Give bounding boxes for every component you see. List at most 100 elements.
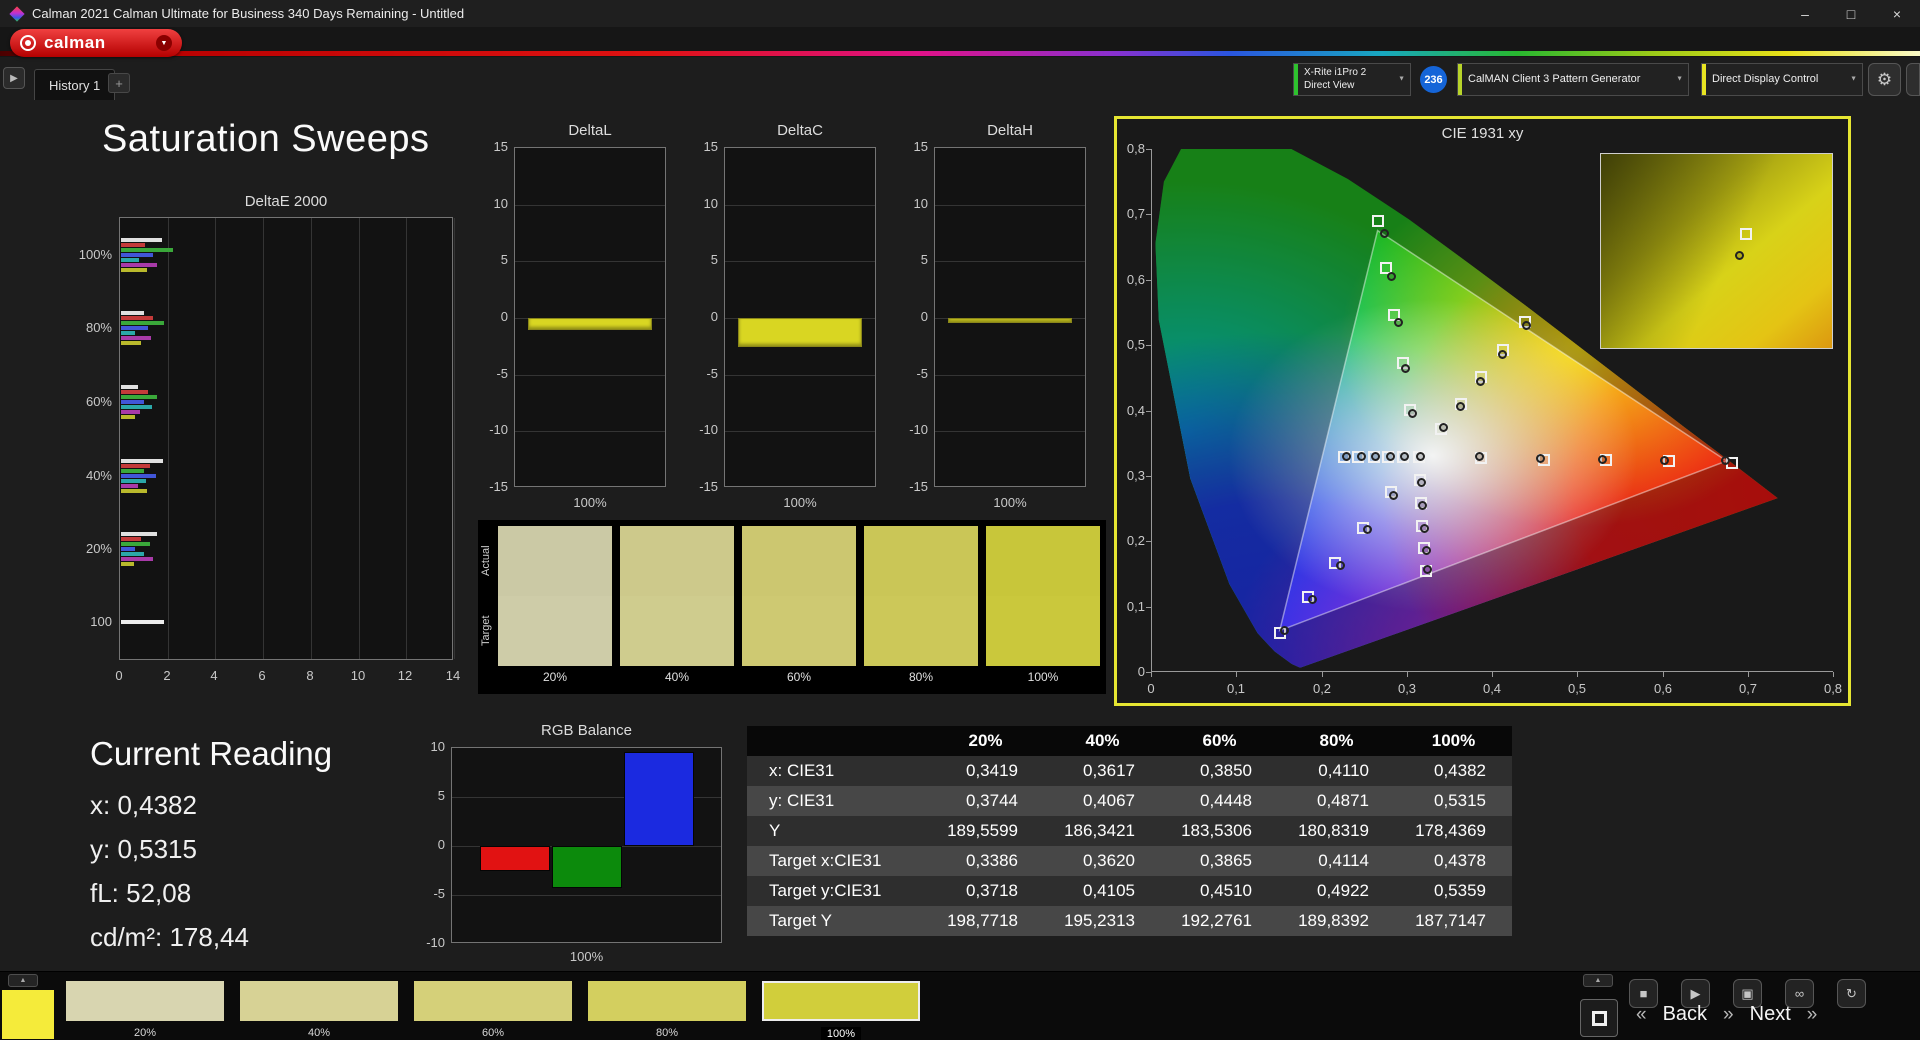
edge-panel-button[interactable] (1906, 63, 1920, 96)
table-row: Target Y198,7718195,2313192,2761189,8392… (747, 906, 1512, 936)
gridline (725, 261, 875, 262)
target-swatch (986, 596, 1100, 666)
row-label: x: CIE31 (747, 756, 927, 786)
y-axis-label: 0 (680, 309, 718, 325)
row-label: Target Y (747, 906, 927, 936)
delta-e-bar (121, 405, 152, 409)
pattern-swatch[interactable] (240, 981, 398, 1021)
rgb-balance-title: RGB Balance (451, 722, 722, 739)
expand-right-panel-button[interactable]: ▲ (1583, 974, 1613, 987)
cie-measured-marker (1536, 454, 1545, 463)
table-cell: 0,4871 (1278, 786, 1395, 816)
pattern-swatch-label: 40% (308, 1027, 330, 1039)
back-chevron-icon[interactable]: « (1636, 1004, 1647, 1026)
tab-bar: ▶ History 1 + X-Rite i1Pro 2Direct View … (0, 57, 1920, 100)
logo-bar: calman ▼ (0, 27, 1920, 57)
app-icon (9, 6, 24, 21)
display-control-dropdown[interactable]: Direct Display Control (1701, 63, 1863, 96)
current-pattern-patch (2, 990, 54, 1039)
refresh-button[interactable]: ↻ (1837, 979, 1866, 1008)
table-row: Target y:CIE310,37180,41050,45100,49220,… (747, 876, 1512, 906)
minimize-button[interactable]: – (1782, 0, 1828, 27)
swatch-label: 40% (620, 670, 734, 684)
y-axis-label: -5 (409, 886, 445, 902)
deltal-title: DeltaL (514, 122, 666, 139)
y-axis-label: 5 (409, 788, 445, 804)
y-axis-label: 0 (409, 837, 445, 853)
y-axis-label: 20% (66, 541, 112, 557)
add-tab-button[interactable]: + (108, 73, 130, 93)
pattern-swatch-label: 60% (482, 1027, 504, 1039)
delta-e-bar (121, 479, 146, 483)
pattern-swatch[interactable] (66, 981, 224, 1021)
table-cell: 0,4110 (1278, 756, 1395, 786)
table-cell: 0,3617 (1044, 756, 1161, 786)
cie-measured-marker (1417, 478, 1426, 487)
y-axis-label: 15 (470, 139, 508, 155)
y-axis-label: 0 (1117, 664, 1145, 680)
cie-measured-marker (1280, 626, 1289, 635)
close-button[interactable]: × (1874, 0, 1920, 27)
tab-scroll-button[interactable]: ▶ (3, 67, 25, 89)
cie-measured-marker (1476, 377, 1485, 386)
pattern-source-dropdown[interactable]: CalMAN Client 3 Pattern Generator (1457, 63, 1689, 96)
delta-e-bar (121, 243, 145, 247)
x-axis-label: 6 (258, 668, 265, 684)
measurement-table: 20%40%60%80%100%x: CIE310,34190,36170,38… (747, 726, 1512, 936)
y-axis-label: -5 (890, 366, 928, 382)
restore-button[interactable]: □ (1828, 0, 1874, 27)
back-button[interactable]: Back (1663, 1003, 1707, 1026)
table-cell: 198,7718 (927, 906, 1044, 936)
cie-measured-marker (1498, 350, 1507, 359)
axis-tick (1833, 672, 1834, 677)
table-cell: 0,4378 (1395, 846, 1512, 876)
deltah-title: DeltaH (934, 122, 1086, 139)
table-cell: 0,4382 (1395, 756, 1512, 786)
logo-dropdown-icon[interactable]: ▼ (156, 35, 172, 51)
target-swatch (742, 596, 856, 666)
cie-measured-marker (1308, 595, 1317, 604)
gridline (454, 218, 455, 659)
cie-measured-marker (1357, 452, 1366, 461)
meter-dropdown[interactable]: X-Rite i1Pro 2Direct View (1293, 63, 1411, 96)
axis-tick (1146, 476, 1151, 477)
expand-left-panel-button[interactable]: ▲ (8, 974, 38, 987)
delta-e-bar (121, 385, 138, 389)
gridline (725, 375, 875, 376)
deltah-chart: DeltaH 100% 151050-5-10-15 (890, 122, 1090, 522)
actual-swatch (498, 526, 612, 596)
delta-e-bar (121, 474, 156, 478)
deltae2000-title: DeltaE 2000 (119, 193, 453, 210)
pattern-swatch[interactable] (588, 981, 746, 1021)
table-header: 80% (1278, 726, 1395, 756)
y-axis-label: 0 (890, 309, 928, 325)
table-row: Target x:CIE310,33860,36200,38650,41140,… (747, 846, 1512, 876)
axis-tick (1146, 280, 1151, 281)
delta-e-bar (121, 263, 157, 267)
y-axis-label: 0,2 (1117, 533, 1145, 549)
calman-logo-menu[interactable]: calman ▼ (10, 29, 182, 57)
axis-tick (1146, 541, 1151, 542)
last-chevron-icon[interactable]: » (1807, 1004, 1818, 1026)
delta-e-bar (121, 321, 164, 325)
pattern-window-icon (1592, 1011, 1607, 1026)
x-axis-label: 0,3 (1398, 681, 1416, 697)
deltac-chart: DeltaC 100% 151050-5-10-15 (680, 122, 880, 522)
axis-tick (1146, 149, 1151, 150)
next-button[interactable]: Next (1750, 1003, 1791, 1026)
y-axis-label: 0 (470, 309, 508, 325)
delta-e-bar (121, 489, 147, 493)
cie-measured-marker (1420, 524, 1429, 533)
calman-app: Calman 2021 Calman Ultimate for Business… (0, 0, 1920, 1040)
y-axis-label: 0,5 (1117, 337, 1145, 353)
y-axis-label: 0,1 (1117, 599, 1145, 615)
pattern-swatch[interactable] (414, 981, 572, 1021)
swatch-label: 20% (498, 670, 612, 684)
gear-icon[interactable]: ⚙ (1868, 63, 1901, 96)
pattern-window-button[interactable] (1580, 999, 1618, 1037)
tab-history-1[interactable]: History 1 (34, 69, 115, 100)
forward-chevron-icon[interactable]: » (1723, 1004, 1734, 1026)
axis-tick (1407, 672, 1408, 677)
pattern-swatch[interactable] (762, 981, 920, 1021)
row-label: Target y:CIE31 (747, 876, 927, 906)
